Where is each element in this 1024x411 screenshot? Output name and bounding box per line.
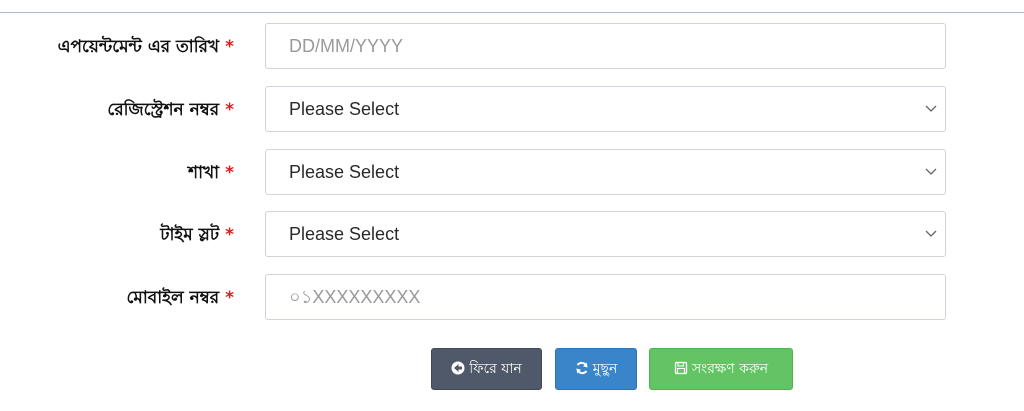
mobile-number-input[interactable]: [266, 275, 945, 319]
refresh-icon: [576, 361, 588, 375]
reset-button-label: মুছুন: [592, 361, 618, 377]
time-slot-row: টাইম স্লট * Please Select: [0, 211, 1024, 259]
time-slot-select[interactable]: Please Select: [265, 211, 946, 257]
floppy-disk-icon: [674, 361, 688, 375]
registration-number-selected-value: Please Select: [289, 99, 400, 119]
save-button-label: সংরক্ষণ করুন: [691, 361, 769, 377]
chevron-down-icon: [925, 168, 937, 175]
required-mark: *: [225, 163, 234, 183]
arrow-circle-left-icon: [451, 361, 465, 375]
time-slot-label: টাইম স্লট *: [160, 211, 234, 259]
back-button[interactable]: ফিরে যান: [431, 348, 542, 390]
branch-selected-value: Please Select: [289, 162, 400, 182]
registration-number-label-text: রেজিস্ট্রেশন নম্বর: [107, 100, 220, 120]
save-button[interactable]: সংরক্ষণ করুন: [649, 348, 793, 390]
mobile-number-row: মোবাইল নম্বর *: [0, 274, 1024, 322]
appointment-date-row: এপয়েন্টমেন্ট এর তারিখ *: [0, 23, 1024, 71]
appointment-form: এপয়েন্টমেন্ট এর তারিখ* রেজিস্ট্রেশন নম্…: [0, 0, 1024, 411]
registration-number-select[interactable]: Please Select: [265, 86, 946, 132]
branch-label-text: শাখা: [188, 163, 220, 183]
required-mark: *: [225, 37, 234, 57]
required-mark: *: [225, 288, 234, 308]
mobile-number-field-box: [265, 274, 946, 320]
form-actions: ফিরে যান মুছুন সংরক্ষণ করুন: [0, 348, 1024, 390]
time-slot-label-text: টাইম স্লট: [160, 225, 220, 245]
time-slot-selected-value: Please Select: [289, 224, 400, 244]
mobile-number-label-text: মোবাইল নম্বর: [126, 288, 220, 308]
chevron-down-icon: [925, 230, 937, 237]
reset-button[interactable]: মুছুন: [555, 348, 637, 390]
chevron-down-icon: [925, 105, 937, 112]
required-mark: *: [225, 225, 234, 245]
appointment-date-label-text: এপয়েন্টমেন্ট এর তারিখ: [57, 37, 220, 57]
required-mark: *: [225, 100, 234, 120]
appointment-date-label: এপয়েন্টমেন্ট এর তারিখ *: [58, 23, 234, 71]
branch-row: শাখা * Please Select: [0, 149, 1024, 197]
registration-number-label: রেজিস্ট্রেশন নম্বর *: [107, 86, 234, 134]
branch-label: শাখা *: [188, 149, 234, 197]
appointment-date-field-box: [265, 23, 946, 69]
mobile-number-label: মোবাইল নম্বর *: [127, 274, 235, 322]
branch-select[interactable]: Please Select: [265, 149, 946, 195]
appointment-date-input[interactable]: [266, 24, 945, 68]
registration-number-row: রেজিস্ট্রেশন নম্বর * Please Select: [0, 86, 1024, 134]
back-button-label: ফিরে যান: [469, 361, 522, 377]
